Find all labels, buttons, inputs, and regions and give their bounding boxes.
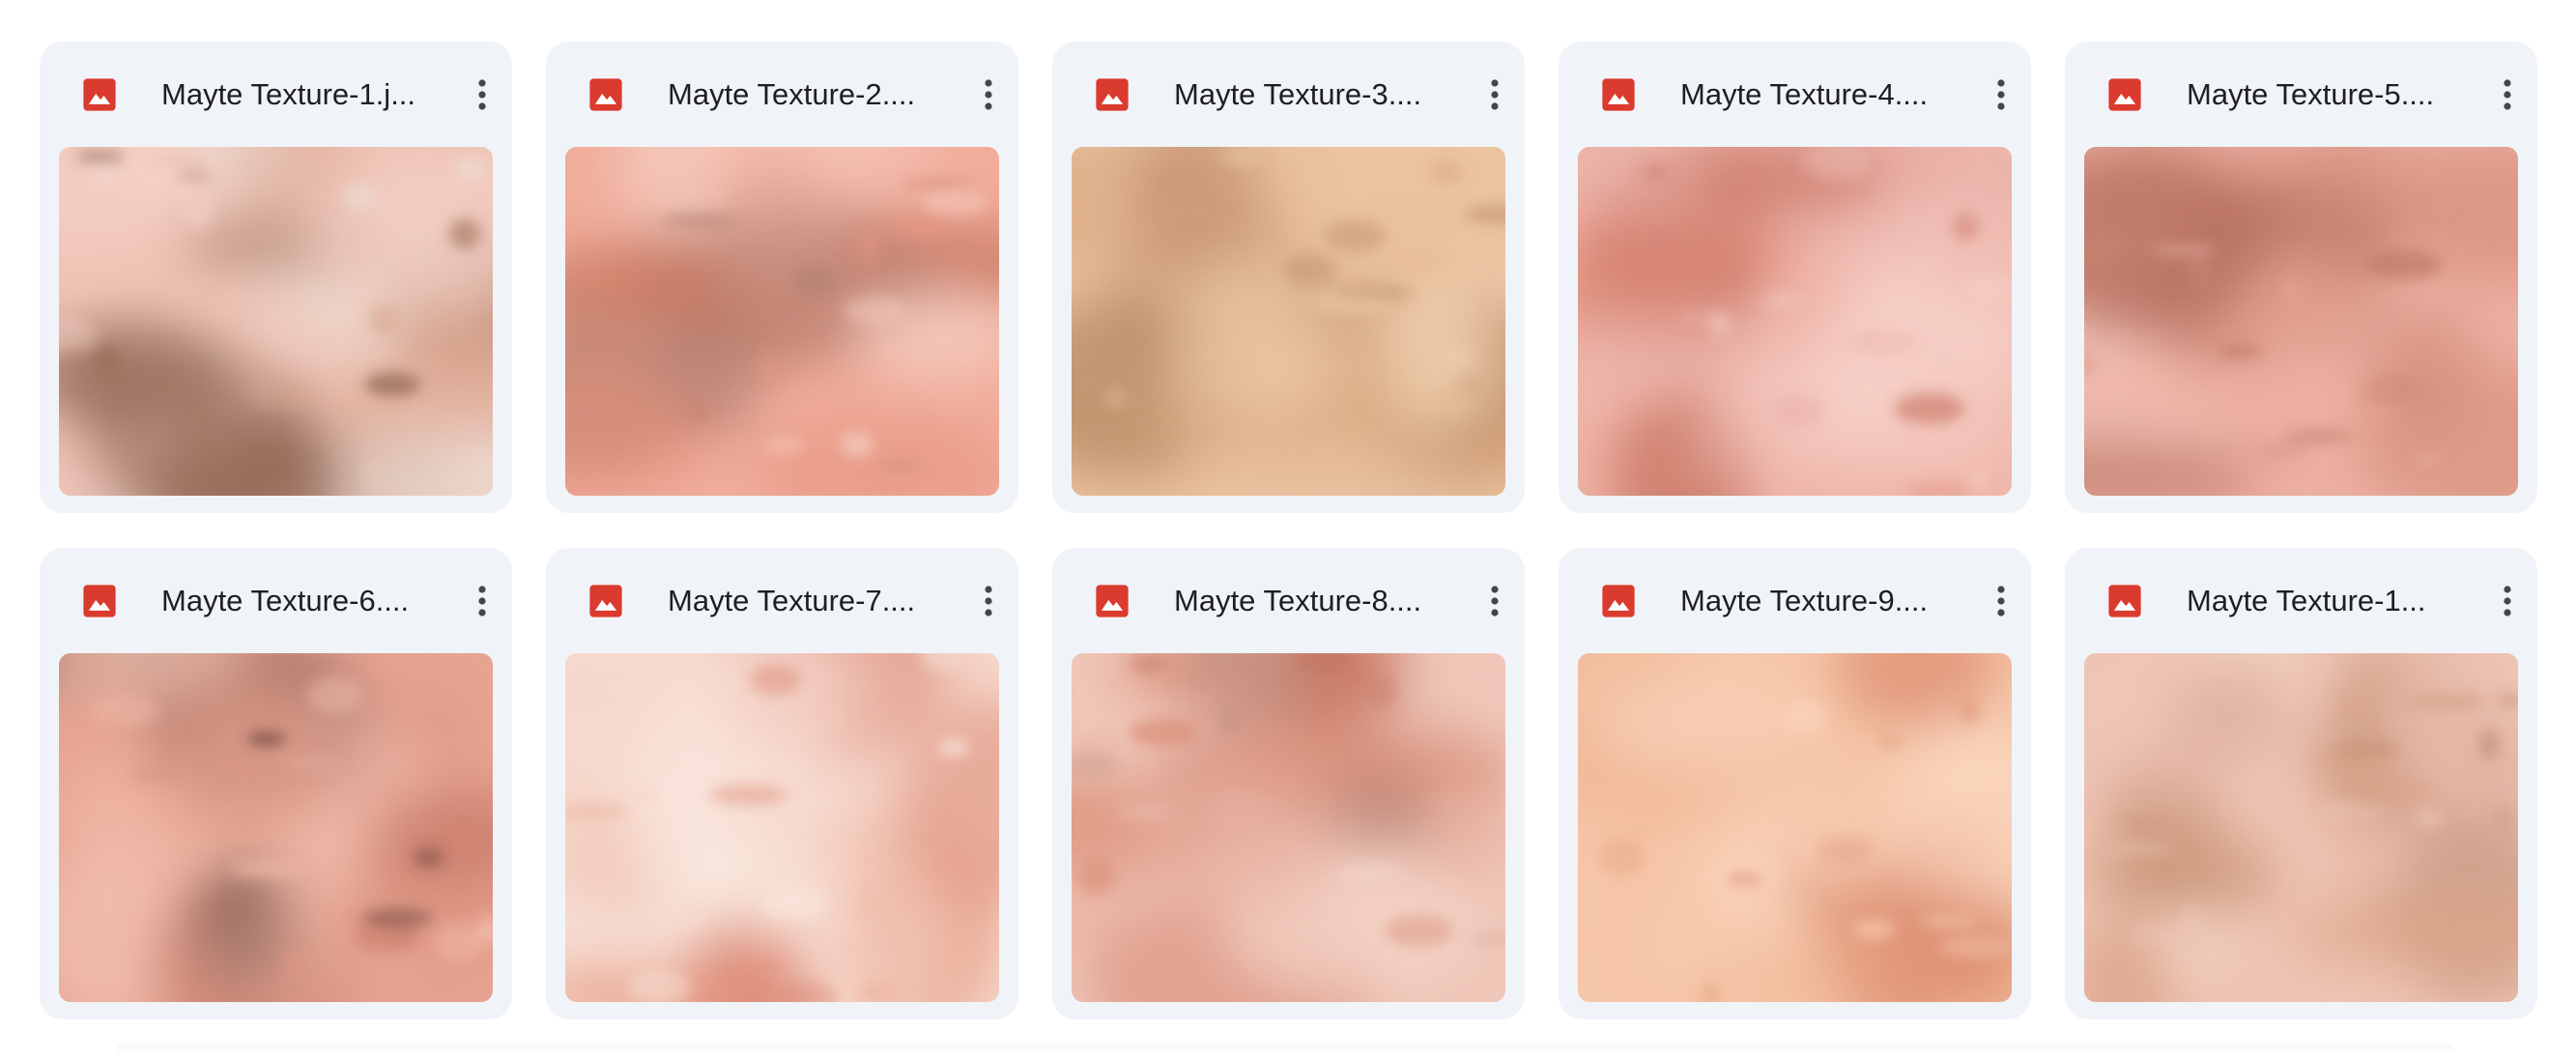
file-card[interactable]: Mayte Texture-4....	[1559, 42, 2031, 513]
file-name: Mayte Texture-1...	[2187, 584, 2426, 617]
file-name: Mayte Texture-6....	[161, 584, 410, 617]
file-name: Mayte Texture-9....	[1680, 584, 1929, 617]
more-vert-icon	[1491, 79, 1499, 110]
file-name: Mayte Texture-7....	[668, 584, 916, 617]
file-name: Mayte Texture-2....	[668, 77, 916, 111]
file-thumbnail	[565, 147, 999, 496]
file-name: Mayte Texture-3....	[1174, 77, 1422, 111]
file-thumbnail	[1072, 147, 1505, 496]
more-actions-button[interactable]	[459, 578, 505, 624]
image-file-icon	[589, 585, 622, 617]
file-thumbnail	[1578, 147, 2012, 496]
file-card[interactable]: Mayte Texture-1...	[2065, 548, 2537, 1019]
file-thumbnail	[59, 653, 493, 1002]
file-card[interactable]: Mayte Texture-7....	[546, 548, 1018, 1019]
image-file-icon	[2108, 585, 2141, 617]
texture-image	[565, 653, 999, 1002]
image-file-icon	[83, 78, 116, 111]
file-name: Mayte Texture-5....	[2187, 77, 2435, 111]
file-card-header: Mayte Texture-3....	[1052, 42, 1525, 148]
texture-image	[1578, 147, 2012, 496]
more-actions-button[interactable]	[2484, 578, 2531, 624]
file-card[interactable]: Mayte Texture-9....	[1559, 548, 2031, 1019]
more-actions-button[interactable]	[965, 72, 1012, 118]
image-file-icon	[1602, 585, 1635, 617]
file-thumbnail	[565, 653, 999, 1002]
more-vert-icon	[1997, 79, 2005, 110]
texture-image	[1072, 653, 1505, 1002]
file-name: Mayte Texture-4....	[1680, 77, 1929, 111]
file-card-header: Mayte Texture-6....	[40, 548, 512, 654]
texture-image	[1578, 653, 2012, 1002]
more-actions-button[interactable]	[1472, 72, 1518, 118]
image-file-icon	[1096, 78, 1129, 111]
image-file-icon	[589, 78, 622, 111]
file-thumbnail	[1072, 653, 1505, 1002]
more-vert-icon	[478, 586, 486, 617]
more-vert-icon	[985, 586, 992, 617]
image-file-icon	[1096, 585, 1129, 617]
file-card-header: Mayte Texture-5....	[2065, 42, 2537, 148]
image-file-icon	[1602, 78, 1635, 111]
file-card-header: Mayte Texture-2....	[546, 42, 1018, 148]
more-vert-icon	[2504, 79, 2511, 110]
file-thumbnail	[59, 147, 493, 496]
more-actions-button[interactable]	[965, 578, 1012, 624]
texture-image	[59, 147, 493, 496]
file-card-header: Mayte Texture-8....	[1052, 548, 1525, 654]
image-file-icon	[83, 585, 116, 617]
texture-image	[1072, 147, 1505, 496]
file-grid: Mayte Texture-1.j... Mayte Texture-2.... M…	[40, 42, 2537, 1019]
file-thumbnail	[2084, 653, 2518, 1002]
more-vert-icon	[1491, 586, 1499, 617]
more-actions-button[interactable]	[1978, 578, 2024, 624]
file-name: Mayte Texture-8....	[1174, 584, 1422, 617]
more-actions-button[interactable]	[459, 72, 505, 118]
image-file-icon	[2108, 78, 2141, 111]
file-card-header: Mayte Texture-7....	[546, 548, 1018, 654]
file-card-header: Mayte Texture-9....	[1559, 548, 2031, 654]
file-name: Mayte Texture-1.j...	[161, 77, 416, 111]
file-card-header: Mayte Texture-4....	[1559, 42, 2031, 148]
file-card[interactable]: Mayte Texture-3....	[1052, 42, 1525, 513]
file-card[interactable]: Mayte Texture-5....	[2065, 42, 2537, 513]
more-vert-icon	[2504, 586, 2511, 617]
file-card-header: Mayte Texture-1...	[2065, 548, 2537, 654]
more-actions-button[interactable]	[1472, 578, 1518, 624]
texture-image	[59, 653, 493, 1002]
file-card[interactable]: Mayte Texture-8....	[1052, 548, 1525, 1019]
file-card[interactable]: Mayte Texture-1.j...	[40, 42, 512, 513]
texture-image	[2084, 147, 2518, 496]
file-card-header: Mayte Texture-1.j...	[40, 42, 512, 148]
texture-image	[2084, 653, 2518, 1002]
more-actions-button[interactable]	[2484, 72, 2531, 118]
file-thumbnail	[2084, 147, 2518, 496]
texture-image	[565, 147, 999, 496]
more-vert-icon	[478, 79, 486, 110]
file-thumbnail	[1578, 653, 2012, 1002]
more-vert-icon	[1997, 586, 2005, 617]
more-vert-icon	[985, 79, 992, 110]
grid-bottom-shadow	[116, 1044, 2454, 1057]
file-card[interactable]: Mayte Texture-2....	[546, 42, 1018, 513]
more-actions-button[interactable]	[1978, 72, 2024, 118]
file-card[interactable]: Mayte Texture-6....	[40, 548, 512, 1019]
